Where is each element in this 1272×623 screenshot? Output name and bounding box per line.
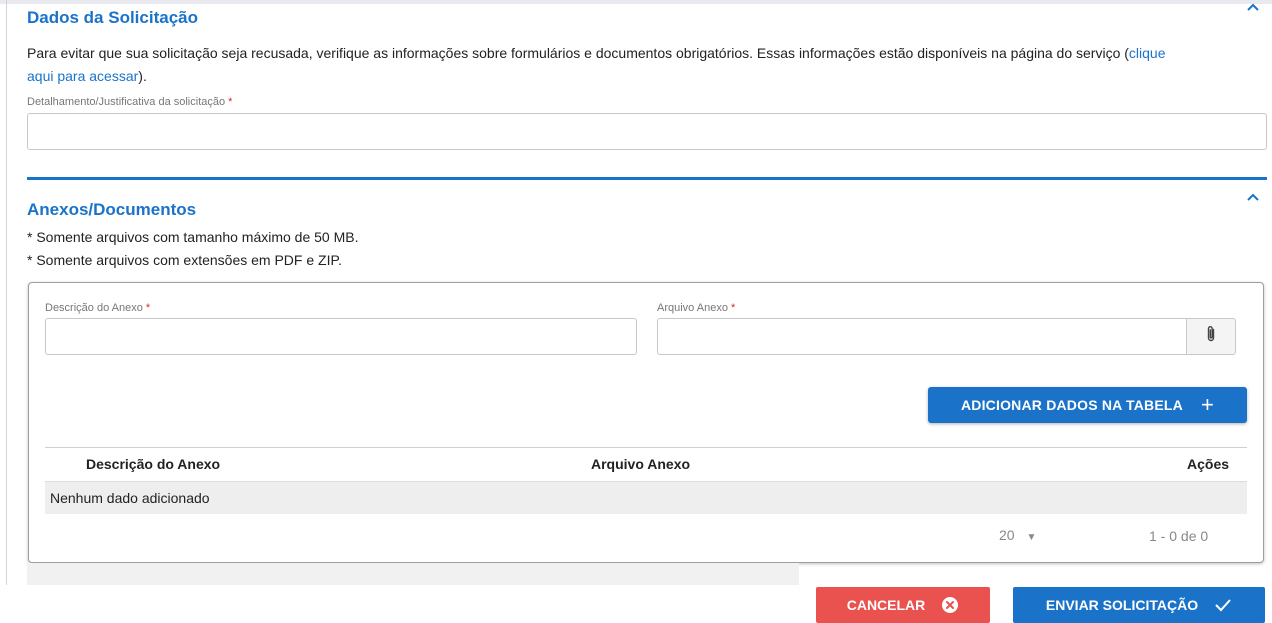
- check-icon: [1214, 598, 1232, 612]
- justification-input[interactable]: [27, 113, 1267, 150]
- section-divider: [27, 177, 1267, 180]
- note-max-size: * Somente arquivos com tamanho máximo de…: [27, 229, 359, 245]
- dropdown-arrow-icon: ▼: [1026, 532, 1037, 543]
- required-mark: *: [731, 302, 736, 314]
- left-border: [6, 0, 7, 585]
- cancel-button-label: CANCELAR: [846, 597, 926, 613]
- collapse-attachments-chevron-up-icon[interactable]: [1246, 192, 1260, 202]
- collapse-request-chevron-up-icon[interactable]: [1246, 2, 1260, 12]
- empty-table-text: Nenhum dado adicionado: [50, 490, 210, 506]
- column-header-description[interactable]: Descrição do Anexo: [86, 456, 220, 472]
- attachment-description-label-text: Descrição do Anexo: [45, 302, 143, 314]
- add-to-table-label: ADICIONAR DADOS NA TABELA: [960, 397, 1183, 413]
- cancel-button[interactable]: CANCELAR: [816, 587, 990, 623]
- paperclip-icon: [1205, 325, 1217, 348]
- required-mark: *: [228, 96, 233, 108]
- attach-file-button[interactable]: [1186, 318, 1236, 355]
- request-info-end: ).: [138, 68, 147, 84]
- close-circle-icon: [941, 596, 959, 614]
- page-size-value: 20: [999, 527, 1015, 543]
- attachment-file-input[interactable]: [657, 318, 1187, 355]
- pagination-range: 1 - 0 de 0: [1149, 528, 1209, 544]
- column-header-actions: Ações: [1187, 456, 1230, 472]
- submit-button-label: ENVIAR SOLICITAÇÃO: [1045, 597, 1199, 613]
- note-extensions: * Somente arquivos com extensões em PDF …: [27, 252, 342, 268]
- justification-label-text: Detalhamento/Justificativa da solicitaçã…: [27, 96, 226, 108]
- plus-icon: +: [1200, 392, 1215, 417]
- attachment-description-label: Descrição do Anexo *: [45, 302, 150, 314]
- page-size-select[interactable]: 20 ▼: [999, 527, 1036, 543]
- required-mark: *: [145, 302, 151, 314]
- footer-strip: [27, 563, 799, 585]
- column-header-file[interactable]: Arquivo Anexo: [591, 456, 690, 472]
- table-top-border: [45, 447, 1247, 448]
- request-info-text: Para evitar que sua solicitação seja rec…: [27, 45, 1129, 61]
- submit-request-button[interactable]: ENVIAR SOLICITAÇÃO: [1013, 587, 1265, 623]
- request-info-paragraph: Para evitar que sua solicitação seja rec…: [27, 42, 1262, 88]
- top-divider: [0, 0, 1272, 4]
- table-empty-row: Nenhum dado adicionado: [45, 481, 1247, 514]
- attachment-description-input[interactable]: [45, 318, 637, 355]
- attachment-file-label-text: Arquivo Anexo: [657, 302, 728, 314]
- add-to-table-button[interactable]: ADICIONAR DADOS NA TABELA +: [928, 387, 1247, 423]
- section-title-request: Dados da Solicitação: [27, 8, 198, 27]
- justification-label: Detalhamento/Justificativa da solicitaçã…: [27, 96, 232, 108]
- attachment-file-label: Arquivo Anexo *: [657, 302, 735, 314]
- service-page-link-cont[interactable]: aqui para acessar: [27, 68, 138, 84]
- section-title-attachments: Anexos/Documentos: [27, 200, 197, 219]
- service-page-link[interactable]: clique: [1129, 45, 1166, 61]
